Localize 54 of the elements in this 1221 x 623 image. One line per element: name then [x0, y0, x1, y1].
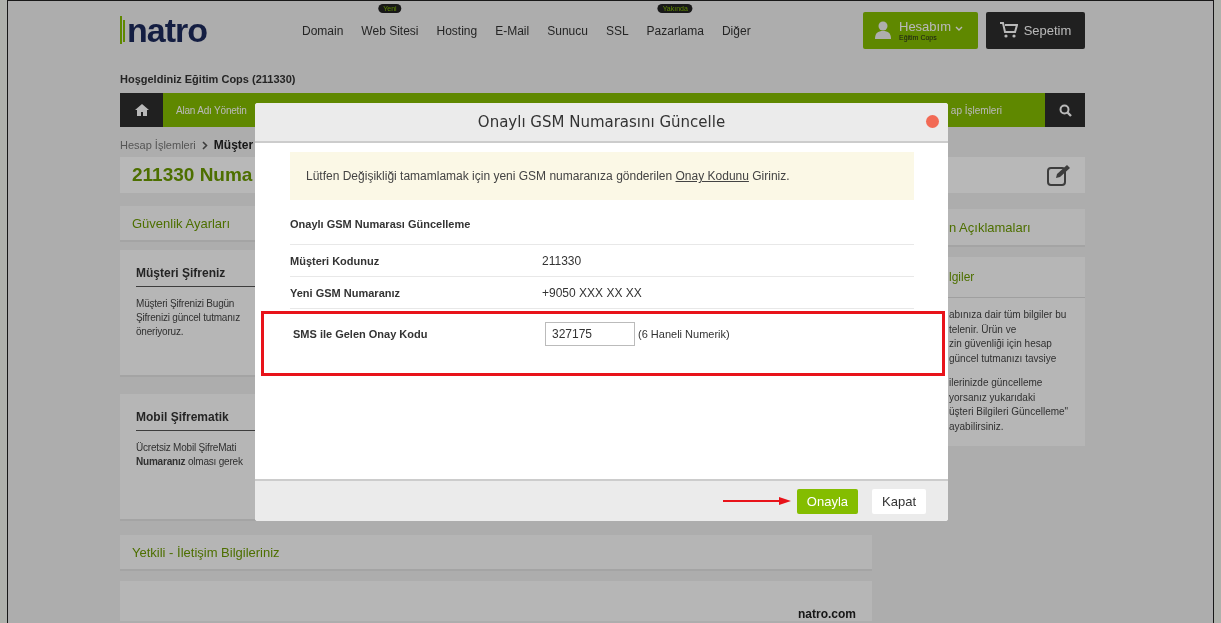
caret-icon: [954, 26, 963, 31]
nav-link[interactable]: E-Mail: [495, 24, 530, 38]
card-text: ayabilirsiniz.: [949, 419, 1004, 434]
card-text: Müşteri Şifrenizi Bugün: [136, 297, 235, 311]
nav-link[interactable]: Web Sitesi: [361, 24, 419, 38]
section-title: Yetkili - İletişim Bilgileriniz: [132, 544, 280, 560]
edit-icon[interactable]: [1047, 164, 1071, 186]
card-text: öneriyoruz.: [136, 325, 184, 339]
card-text: Şifrenizi güncel tutmanız: [136, 311, 240, 325]
field-label: SMS ile Gelen Onay Kodu: [293, 327, 429, 340]
search-button[interactable]: [1045, 93, 1085, 127]
notice-text: Lütfen Değişikliği tamamlamak için yeni GSM numaranıza gönderilen Onay Kodunu Giriniz.: [306, 169, 790, 183]
code-input-field[interactable]: 327175: [545, 321, 635, 346]
section-title: n Açıklamaları: [949, 219, 1031, 235]
field-hint: (6 Haneli Numerik): [638, 327, 730, 340]
card-text: üşteri Bilgileri Güncelleme": [949, 405, 1069, 419]
card-text: ilerinizde güncelleme: [949, 376, 1043, 390]
cart-icon: [999, 22, 1018, 38]
search-icon: [1058, 103, 1072, 117]
card-text: zin güvenliği için hesap: [949, 337, 1052, 351]
home-icon: [134, 104, 149, 116]
nav-link[interactable]: Pazarlama: [646, 24, 704, 38]
close-dialog-button[interactable]: Kapat: [872, 488, 926, 514]
field-value: +9050 XXX XX XX: [542, 285, 642, 300]
field-label: Müşteri Kodunuz: [290, 254, 381, 267]
logo-text[interactable]: natro: [127, 10, 207, 50]
card-text: telenir. Ürün ve: [949, 322, 1017, 337]
logo-mark-icon: [120, 16, 126, 44]
nav-link[interactable]: Diğer: [721, 24, 751, 38]
nav-link[interactable]: SSL: [605, 24, 629, 38]
card-text: güncel tutmanızı tavsiye: [949, 351, 1057, 366]
welcome-text: Hoşgeldiniz Eğitim Cops (211330): [120, 73, 297, 85]
brand-text: natro.com: [798, 607, 856, 621]
card-text: abınıza dair tüm bilgiler bu: [949, 308, 1067, 322]
card-text: yorsanız yukarıdaki: [949, 390, 1036, 405]
breadcrumb-current: Müşter: [213, 138, 254, 152]
nav-link[interactable]: Domain: [302, 24, 344, 38]
section-title: Güvenlik Ayarları: [132, 215, 231, 231]
card-text: Ücretsiz Mobil ŞifreMati: [136, 441, 237, 455]
chevron-icon: [201, 140, 208, 150]
nav-link[interactable]: Hosting: [436, 24, 478, 38]
form-heading: Onaylı GSM Numarası Güncelleme: [290, 218, 472, 230]
notice-link[interactable]: Onay Kodunu: [675, 169, 749, 183]
field-value: 211330: [542, 253, 582, 268]
annotation-arrow: [722, 497, 791, 505]
close-button[interactable]: [926, 115, 939, 128]
dialog-title: Onaylı GSM Numarasını Güncelle: [477, 113, 726, 131]
nav-link[interactable]: Sunucu: [547, 24, 588, 38]
page-title: 211330 Numa: [132, 164, 253, 186]
home-button[interactable]: [120, 93, 163, 127]
user-icon: [875, 21, 891, 39]
field-label: Yeni GSM Numaranız: [290, 286, 402, 299]
cart-button[interactable]: Sepetim: [986, 11, 1085, 49]
card-text: Numaranız olması gerek: [136, 455, 243, 469]
